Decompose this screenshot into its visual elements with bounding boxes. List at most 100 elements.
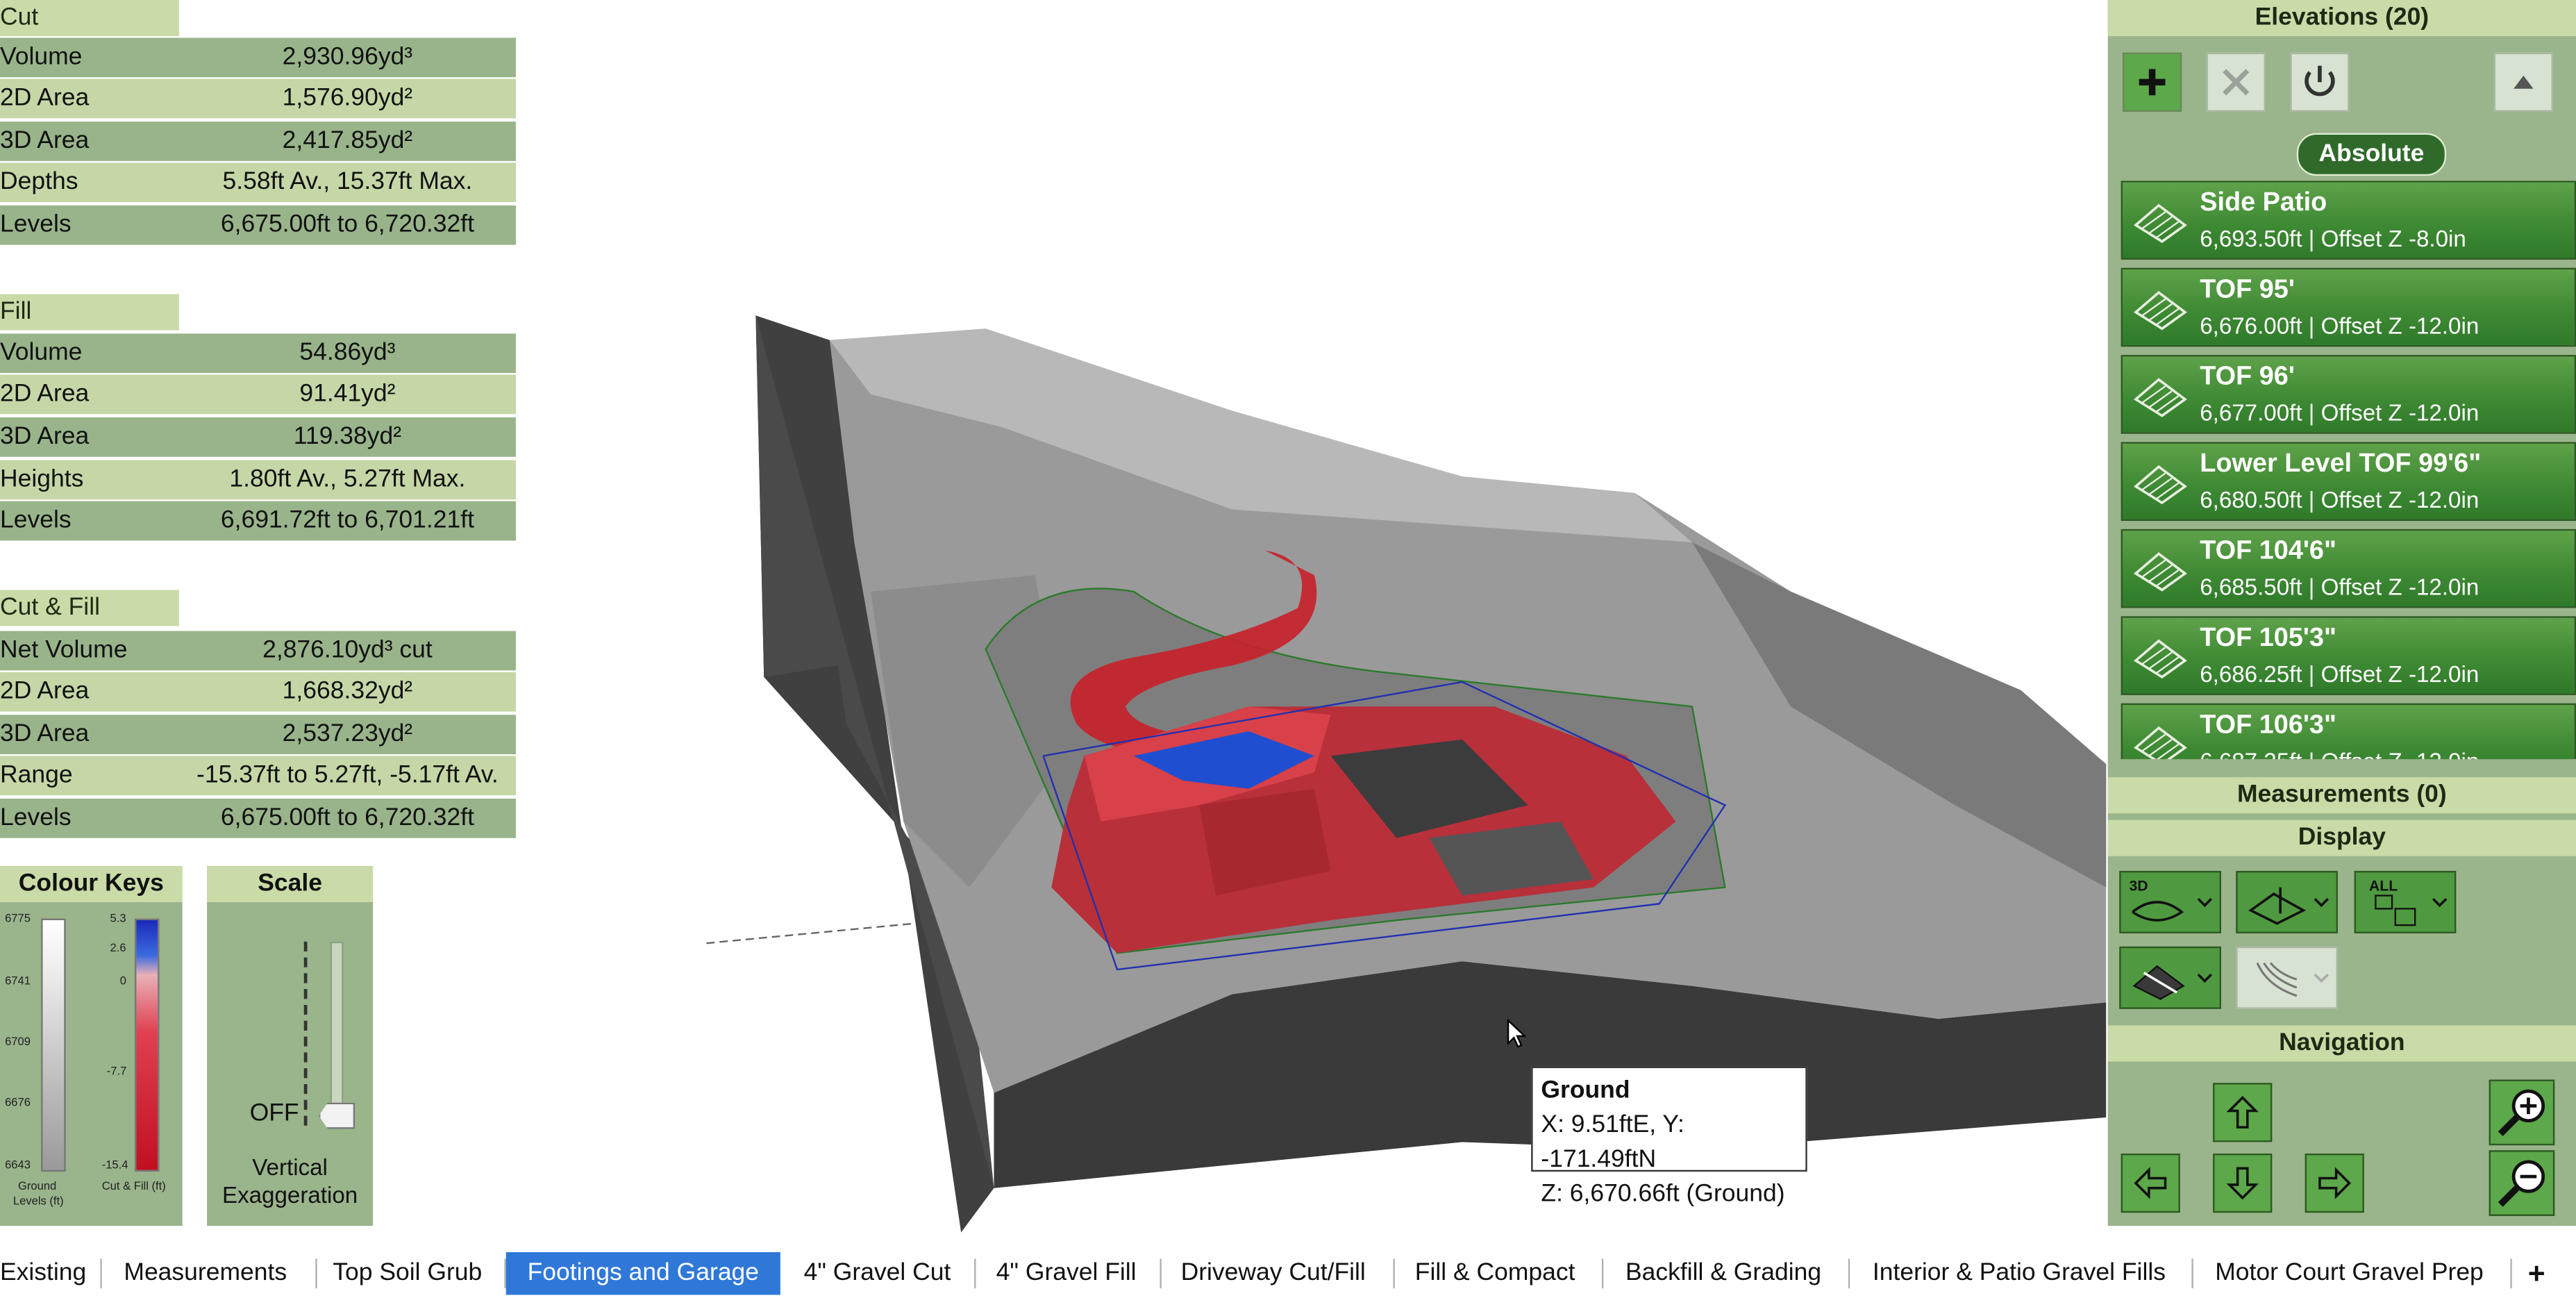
tab-motor-court-gravel-prep[interactable]: Motor Court Gravel Prep bbox=[2198, 1252, 2500, 1295]
section-tool-dropdown[interactable] bbox=[2236, 871, 2338, 933]
cut-2d-area-row: 2D Area 1,576.90yd² bbox=[0, 78, 516, 119]
elevation-detail: 6,677.00ft | Offset Z -12.0in bbox=[2200, 399, 2479, 426]
elevation-item[interactable]: Lower Level TOF 99'6" 6,680.50ft | Offse… bbox=[2121, 442, 2576, 522]
tab-existing[interactable]: Existing bbox=[0, 1252, 86, 1295]
tab-separator bbox=[1601, 1258, 1604, 1289]
cutfill-tick: 5.3 bbox=[110, 913, 126, 926]
chevron-down-icon bbox=[2197, 973, 2213, 983]
tab-fill-compact[interactable]: Fill & Compact bbox=[1396, 1252, 1594, 1295]
elevation-detail: 6,693.50ft | Offset Z -8.0in bbox=[2200, 225, 2466, 252]
absolute-mode-toggle[interactable]: Absolute bbox=[2296, 133, 2447, 176]
power-toggle-button[interactable] bbox=[2290, 52, 2350, 112]
stat-label: Levels bbox=[0, 506, 72, 534]
arrow-left-icon bbox=[2134, 1167, 2167, 1199]
tab-backfill-grading[interactable]: Backfill & Grading bbox=[1607, 1252, 1840, 1295]
tab-footings-and-garage[interactable]: Footings and Garage bbox=[505, 1251, 780, 1295]
vertical-exaggeration-slider[interactable] bbox=[330, 941, 344, 1129]
elevations-list[interactable]: Side Patio 6,693.50ft | Offset Z -8.0in … bbox=[2108, 181, 2576, 760]
terrain-plane-icon bbox=[2133, 203, 2187, 243]
elevation-item[interactable]: TOF 105'3" 6,686.25ft | Offset Z -12.0in bbox=[2121, 616, 2576, 695]
elevation-item[interactable]: TOF 96' 6,677.00ft | Offset Z -12.0in bbox=[2121, 355, 2576, 434]
add-elevation-button[interactable] bbox=[2123, 52, 2182, 112]
zoom-out-button[interactable] bbox=[2489, 1150, 2555, 1216]
contours-dropdown[interactable] bbox=[2236, 946, 2338, 1009]
stat-label: 3D Area bbox=[0, 719, 90, 748]
slider-thumb[interactable] bbox=[319, 1102, 356, 1129]
tab-gravel-cut[interactable]: 4" Gravel Cut bbox=[789, 1252, 967, 1295]
elevations-header: Elevations (20) bbox=[2107, 0, 2576, 37]
elevation-name: TOF 104'6" bbox=[2200, 537, 2336, 565]
elevation-detail: 6,687.25ft | Offset Z -12.0in bbox=[2200, 748, 2479, 760]
scale-title: Scale bbox=[207, 865, 374, 902]
3d-viewport[interactable] bbox=[542, 263, 2107, 1233]
cutfill-bar bbox=[135, 918, 160, 1172]
pan-left-button[interactable] bbox=[2121, 1154, 2180, 1213]
elevation-item[interactable]: Side Patio 6,693.50ft | Offset Z -8.0in bbox=[2121, 181, 2576, 260]
tab-separator bbox=[315, 1258, 317, 1289]
delete-elevation-button[interactable] bbox=[2206, 52, 2266, 112]
arrow-right-icon bbox=[2318, 1167, 2352, 1199]
layers-dropdown[interactable]: ALL bbox=[2354, 871, 2457, 933]
display-header: Display bbox=[2107, 819, 2576, 856]
tab-measurements[interactable]: Measurements bbox=[108, 1252, 302, 1295]
cutfill-3d-area-row: 3D Area 2,537.23yd² bbox=[0, 715, 516, 755]
add-tab-button[interactable]: + bbox=[2514, 1252, 2559, 1295]
elevation-name: TOF 95' bbox=[2200, 276, 2295, 304]
rotate-3d-icon bbox=[2132, 901, 2184, 922]
layers-icon bbox=[2375, 895, 2416, 926]
cut-depths-row: Depths 5.58ft Av., 15.37ft Max. bbox=[0, 163, 516, 203]
stat-value: 6,675.00ft to 6,720.32ft bbox=[220, 210, 474, 239]
cutfill-tick: 2.6 bbox=[110, 943, 126, 955]
tab-interior-patio-gravel-fills[interactable]: Interior & Patio Gravel Fills bbox=[1855, 1252, 2183, 1295]
elevation-item[interactable]: TOF 95' 6,676.00ft | Offset Z -12.0in bbox=[2121, 267, 2576, 347]
zoom-in-icon bbox=[2498, 1089, 2545, 1136]
tab-separator bbox=[974, 1258, 976, 1289]
terrain-model bbox=[706, 315, 2107, 1233]
ground-key-label: Ground bbox=[18, 1181, 57, 1193]
cutfill-levels-row: Levels 6,675.00ft to 6,720.32ft bbox=[0, 798, 516, 838]
stat-value: 5.58ft Av., 15.37ft Max. bbox=[222, 167, 473, 196]
app-window: Cut Volume 2,930.96yd³ 2D Area 1,576.90yd²… bbox=[0, 0, 2576, 1298]
tab-driveway-cut-fill[interactable]: Driveway Cut/Fill bbox=[1166, 1252, 1380, 1295]
tooltip-coordinates: X: 9.51ftE, Y: -171.49ftN bbox=[1541, 1110, 1684, 1174]
elevation-item[interactable]: TOF 104'6" 6,685.50ft | Offset Z -12.0in bbox=[2121, 529, 2576, 608]
pan-right-button[interactable] bbox=[2305, 1154, 2364, 1213]
stat-value: 1.80ft Av., 5.27ft Max. bbox=[229, 465, 466, 493]
elevation-item[interactable]: TOF 106'3" 6,687.25ft | Offset Z -12.0in bbox=[2121, 703, 2576, 760]
triangle-up-icon bbox=[2514, 75, 2534, 89]
measurements-header[interactable]: Measurements (0) bbox=[2107, 777, 2576, 814]
cutfill-key-label: Cut & Fill (ft) bbox=[101, 1181, 166, 1193]
scale-ticks bbox=[303, 941, 310, 1126]
tab-separator bbox=[100, 1258, 102, 1289]
stat-label: Levels bbox=[0, 804, 72, 832]
hover-tooltip: Ground X: 9.51ftE, Y: -171.49ftN Z: 6,67… bbox=[1531, 1066, 1807, 1208]
tab-separator bbox=[1160, 1258, 1162, 1289]
cut-fill-icon bbox=[2132, 965, 2185, 1000]
pan-down-button[interactable] bbox=[2213, 1154, 2273, 1213]
layers-all-label: ALL bbox=[2368, 877, 2398, 895]
elevation-name: TOF 105'3" bbox=[2200, 624, 2336, 653]
tab-separator bbox=[1848, 1258, 1850, 1289]
stat-label: 2D Area bbox=[0, 676, 90, 706]
elevation-name: Lower Level TOF 99'6" bbox=[2200, 450, 2482, 479]
tab-separator bbox=[1393, 1258, 1395, 1289]
colour-keys-title: Colour Keys bbox=[0, 865, 183, 902]
plus-icon bbox=[2139, 69, 2166, 96]
cut-fill-display-dropdown[interactable] bbox=[2119, 946, 2221, 1009]
zoom-in-button[interactable] bbox=[2489, 1079, 2555, 1146]
tab-gravel-fill[interactable]: 4" Gravel Fill bbox=[982, 1252, 1150, 1295]
terrain-plane-icon bbox=[2133, 639, 2187, 679]
tab-top-soil-grub[interactable]: Top Soil Grub bbox=[319, 1252, 496, 1295]
mouse-cursor-icon bbox=[1507, 1018, 1527, 1048]
navigation-header: Navigation bbox=[2107, 1025, 2576, 1062]
arrow-up-icon bbox=[2226, 1096, 2259, 1129]
elevation-detail: 6,686.25ft | Offset Z -12.0in bbox=[2200, 660, 2479, 688]
collapse-button[interactable] bbox=[2493, 52, 2553, 112]
tab-separator bbox=[2510, 1258, 2512, 1289]
stat-value: 6,675.00ft to 6,720.32ft bbox=[220, 804, 474, 832]
stat-label: Volume bbox=[0, 42, 83, 71]
pan-up-button[interactable] bbox=[2213, 1083, 2273, 1142]
view-mode-dropdown[interactable]: 3D bbox=[2119, 871, 2221, 933]
terrain-section-icon bbox=[2248, 887, 2307, 925]
close-icon bbox=[2223, 69, 2250, 96]
